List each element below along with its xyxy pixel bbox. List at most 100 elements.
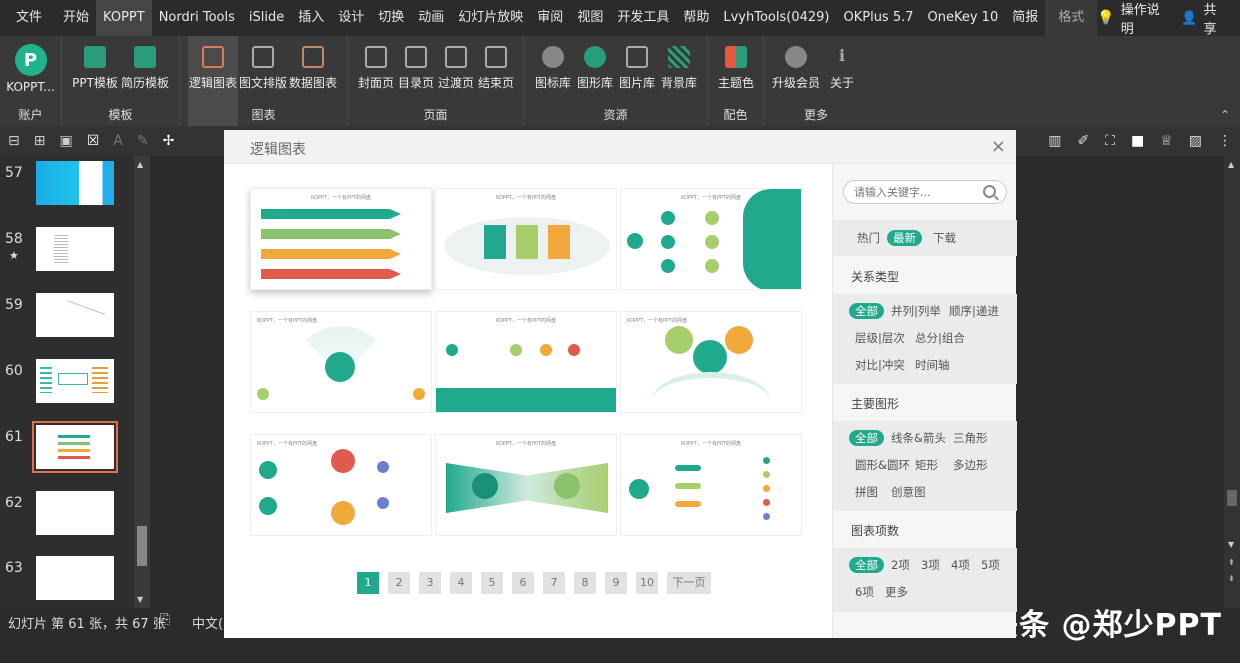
page-2-button[interactable]: 2 [388, 572, 410, 594]
relation-total-sub[interactable]: 总分|组合 [911, 330, 969, 346]
font-color-icon[interactable]: A [113, 133, 123, 149]
shape-circle-ring[interactable]: 圆形&圆环 [851, 457, 914, 473]
relation-contrast[interactable]: 对比|冲突 [851, 357, 909, 373]
page-4-button[interactable]: 4 [450, 572, 472, 594]
count-6[interactable]: 6项 [851, 584, 878, 600]
eyedropper-icon[interactable]: ✎ [137, 133, 149, 149]
menu-tab-design[interactable]: 设计 [331, 0, 371, 36]
scroll-up-icon[interactable]: ▲ [1228, 160, 1234, 169]
menu-tab-file[interactable]: 文件 [0, 0, 56, 36]
menu-tab-lvyhtools[interactable]: LvyhTools(0429) [716, 0, 836, 36]
more-icon[interactable]: ⋮ [1218, 133, 1232, 149]
page-7-button[interactable]: 7 [543, 572, 565, 594]
shape-creative[interactable]: 创意图 [887, 484, 930, 500]
help-button[interactable]: 💡 操作说明 [1097, 0, 1167, 37]
count-3[interactable]: 3项 [917, 557, 944, 573]
scrollbar-thumb[interactable] [137, 526, 147, 566]
sort-download[interactable]: 下载 [929, 230, 960, 246]
distribute-icon[interactable]: ⊞ [34, 133, 46, 149]
menu-tab-koppt[interactable]: KOPPT [96, 0, 152, 36]
menu-tab-developer[interactable]: 开发工具 [610, 0, 676, 36]
page-6-button[interactable]: 6 [512, 572, 534, 594]
template-card[interactable]: KOPPT，一个有PPT的网盘 [435, 188, 617, 290]
notes-icon[interactable]: ⎘ [160, 612, 170, 627]
shape-triangle[interactable]: 三角形 [949, 430, 992, 446]
slide-thumb-58[interactable]: 58 ★ [0, 227, 134, 283]
count-4[interactable]: 4项 [947, 557, 974, 573]
slide-thumb-60[interactable]: 60 [0, 359, 134, 415]
page-3-button[interactable]: 3 [419, 572, 441, 594]
menu-tab-onekey[interactable]: OneKey 10 [921, 0, 1006, 36]
count-2[interactable]: 2项 [887, 557, 914, 573]
shape-lines-arrows[interactable]: 线条&箭头 [887, 430, 950, 446]
close-icon[interactable]: × [991, 136, 1006, 157]
shape-puzzle[interactable]: 拼图 [851, 484, 882, 500]
template-card[interactable]: KOPPT，一个有PPT的网盘 [620, 434, 802, 536]
page-1-button[interactable]: 1 [357, 572, 379, 594]
prev-slide-icon[interactable]: ⇞ [1228, 558, 1235, 567]
thumbnail-scrollbar[interactable]: ▲ ▼ [134, 156, 150, 608]
menu-tab-transitions[interactable]: 切换 [371, 0, 411, 36]
pin-icon[interactable]: ✢ [163, 133, 175, 149]
textbox-icon[interactable]: ▣ [59, 133, 72, 149]
scroll-down-icon[interactable]: ▼ [137, 595, 143, 604]
page-5-button[interactable]: 5 [481, 572, 503, 594]
shape-rectangle[interactable]: 矩形 [911, 457, 942, 473]
menu-tab-view[interactable]: 视图 [570, 0, 610, 36]
template-card[interactable]: KOPPT，一个有PPT的网盘 [435, 434, 617, 536]
relation-all[interactable]: 全部 [849, 303, 884, 319]
page-8-button[interactable]: 8 [574, 572, 596, 594]
menu-tab-help[interactable]: 帮助 [676, 0, 716, 36]
image-icon[interactable]: ▨ [1189, 133, 1202, 149]
page-9-button[interactable]: 9 [605, 572, 627, 594]
menu-tab-briefing[interactable]: 简报 [1005, 0, 1045, 36]
menu-tab-islide[interactable]: iSlide [242, 0, 291, 36]
scroll-down-icon[interactable]: ▼ [1228, 540, 1234, 549]
shape-polygon[interactable]: 多边形 [949, 457, 992, 473]
menu-tab-insert[interactable]: 插入 [291, 0, 331, 36]
sort-latest[interactable]: 最新 [887, 230, 922, 246]
search-icon[interactable] [983, 185, 996, 198]
relation-hierarchy[interactable]: 层级|层次 [851, 330, 909, 346]
next-page-button[interactable]: 下一页 [667, 572, 711, 594]
template-card[interactable]: KOPPT，一个有PPT的网盘 [620, 188, 802, 290]
menu-tab-slideshow[interactable]: 幻灯片放映 [451, 0, 530, 36]
count-5[interactable]: 5项 [977, 557, 1004, 573]
count-all[interactable]: 全部 [849, 557, 884, 573]
template-card[interactable]: KOPPT，一个有PPT的网盘 [620, 311, 802, 413]
bar-chart-icon[interactable]: ▥ [1048, 133, 1061, 149]
relation-timeline[interactable]: 时间轴 [911, 357, 954, 373]
crop-icon[interactable]: ⛶ [1105, 133, 1115, 149]
slide-thumb-63[interactable]: 63 [0, 556, 134, 612]
slide-thumb-59[interactable]: 59 [0, 293, 134, 349]
scrollbar-thumb[interactable] [1227, 490, 1237, 506]
menu-tab-format[interactable]: 格式 [1045, 0, 1098, 36]
scroll-up-icon[interactable]: ▲ [137, 160, 143, 169]
slide-thumb-57[interactable]: 57 [0, 161, 134, 217]
sort-hot[interactable]: 热门 [853, 230, 884, 246]
menu-tab-nordri-tools[interactable]: Nordri Tools [152, 0, 242, 36]
menu-tab-home[interactable]: 开始 [56, 0, 96, 36]
crown-icon[interactable]: ♕ [1160, 133, 1173, 149]
close-shape-icon[interactable]: ☒ [87, 133, 100, 149]
shape-all[interactable]: 全部 [849, 430, 884, 446]
template-card[interactable]: KOPPT，一个有PPT的网盘 [435, 311, 617, 413]
collapse-ribbon-icon[interactable]: ⌃ [1220, 108, 1230, 122]
count-more[interactable]: 更多 [881, 584, 912, 600]
share-button[interactable]: 👤 共享 [1181, 0, 1226, 37]
canvas-scrollbar[interactable]: ▲ ▼ ⇞ ⇟ [1224, 156, 1240, 608]
menu-tab-review[interactable]: 审阅 [530, 0, 570, 36]
menu-tab-okplus[interactable]: OKPlus 5.7 [836, 0, 920, 36]
slide-thumb-61[interactable]: 61 [0, 421, 134, 481]
template-card[interactable]: KOPPT，一个有PPT的网盘 [250, 434, 432, 536]
relation-sequence[interactable]: 顺序|递进 [945, 303, 1003, 319]
next-slide-icon[interactable]: ⇟ [1228, 574, 1235, 583]
template-card[interactable]: KOPPT，一个有PPT的网盘 [250, 311, 432, 413]
align-icon[interactable]: ⊟ [8, 133, 20, 149]
page-10-button[interactable]: 10 [636, 572, 658, 594]
menu-tab-animations[interactable]: 动画 [411, 0, 451, 36]
white-square-icon[interactable]: ■ [1131, 133, 1144, 149]
template-card[interactable]: KOPPT，一个有PPT的网盘 [250, 188, 432, 290]
search-input[interactable] [854, 184, 974, 200]
relation-parallel[interactable]: 并列|列举 [887, 303, 945, 319]
